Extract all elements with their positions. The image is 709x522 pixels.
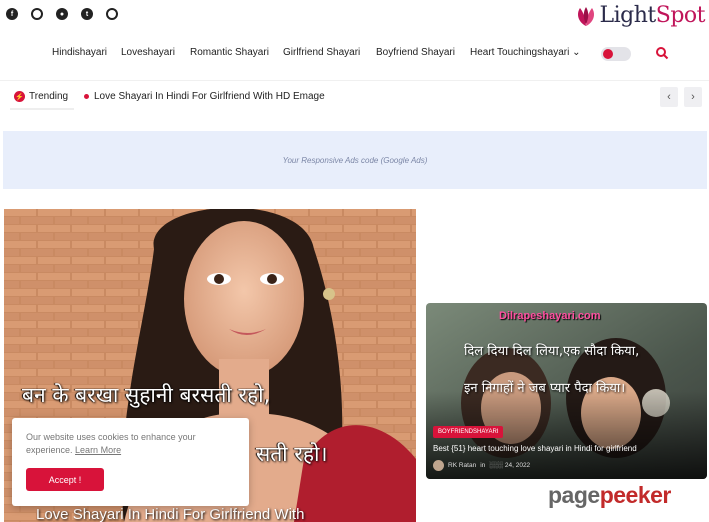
circle-icon[interactable]: ● xyxy=(56,8,68,20)
author-avatar xyxy=(433,460,444,471)
ad-text: Your Responsive Ads code (Google Ads) xyxy=(282,155,428,165)
bullet-icon xyxy=(84,94,89,99)
card-site-watermark: Dilrapeshayari.com xyxy=(499,310,601,322)
card-shayari-line-2: इन निगाहों ने जब प्यार पैदा किया। xyxy=(464,381,626,396)
ad-banner[interactable]: Your Responsive Ads code (Google Ads) xyxy=(3,131,707,189)
nav-item-girlfriend-shayari[interactable]: Girlfriend Shayari xyxy=(283,47,360,58)
trending-icon: ⚡ xyxy=(14,91,25,102)
cookie-learn-more-link[interactable]: Learn More xyxy=(75,445,121,455)
trending-next-button[interactable]: › xyxy=(684,87,702,107)
hero-shayari-line-1: बन के बरखा सुहानी बरसती रहो, xyxy=(22,383,271,407)
nav-item-boyfriend-shayari[interactable]: Boyfriend Shayari xyxy=(376,47,455,58)
top-bar: f ● t LightSpot xyxy=(0,0,709,32)
cookie-text: Our website uses cookies to enhance your… xyxy=(26,431,236,457)
nav-item-loveshayari[interactable]: Loveshayari xyxy=(121,47,175,58)
trending-label: ⚡ Trending xyxy=(14,91,68,102)
whatsapp-icon[interactable] xyxy=(31,8,43,20)
featured-post-card[interactable]: Dilrapeshayari.com दिल दिया दिल लिया,एक … xyxy=(426,303,707,479)
trending-text: Trending xyxy=(29,91,69,102)
search-icon[interactable] xyxy=(655,46,669,60)
twitter-icon[interactable]: t xyxy=(81,8,93,20)
card-post-title[interactable]: Best {51} heart touching love shayari in… xyxy=(433,444,637,453)
trending-underline xyxy=(10,108,74,110)
instagram-icon[interactable] xyxy=(106,8,118,20)
hero-shayari-line-2: सती रहो। xyxy=(256,442,328,466)
cookie-banner: Our website uses cookies to enhance your… xyxy=(12,418,249,506)
trending-prev-button[interactable]: ‹ xyxy=(660,87,678,107)
facebook-icon[interactable]: f xyxy=(6,8,18,20)
card-date-prefix: in xyxy=(480,462,486,469)
trending-link[interactable]: Love Shayari In Hindi For Girlfriend Wit… xyxy=(84,91,325,102)
cookie-accept-button[interactable]: Accept ! xyxy=(26,468,104,491)
hero-post-title[interactable]: Love Shayari In Hindi For Girlfriend Wit… xyxy=(36,506,304,522)
dark-mode-toggle[interactable] xyxy=(601,47,631,61)
toggle-knob xyxy=(603,49,613,59)
card-category-badge[interactable]: BOYFRIENDSHAYARI xyxy=(433,426,504,438)
social-links: f ● t xyxy=(6,8,118,20)
card-shayari-line-1: दिल दिया दिल लिया,एक सौदा किया, xyxy=(464,344,640,359)
nav-item-hindishayari[interactable]: Hindishayari xyxy=(52,47,107,58)
card-date: ░░░ 24, 2022 xyxy=(489,462,531,469)
trending-bar: ⚡ Trending Love Shayari In Hindi For Gir… xyxy=(0,80,709,114)
flower-logo-icon xyxy=(577,6,594,26)
pagepeeker-watermark: pagepeeker xyxy=(548,482,671,508)
nav-item-romantic-shayari[interactable]: Romantic Shayari xyxy=(190,47,269,58)
card-author[interactable]: RK Ratan xyxy=(448,462,476,469)
logo-text: LightSpot xyxy=(599,3,706,28)
trending-link-text[interactable]: Love Shayari In Hindi For Girlfriend Wit… xyxy=(94,91,325,102)
card-meta: RK Ratan in ░░░ 24, 2022 xyxy=(433,460,530,471)
site-logo[interactable]: LightSpot xyxy=(574,3,706,28)
nav-item-heart-touching[interactable]: Heart Touchingshayari ⌄ xyxy=(470,47,580,58)
